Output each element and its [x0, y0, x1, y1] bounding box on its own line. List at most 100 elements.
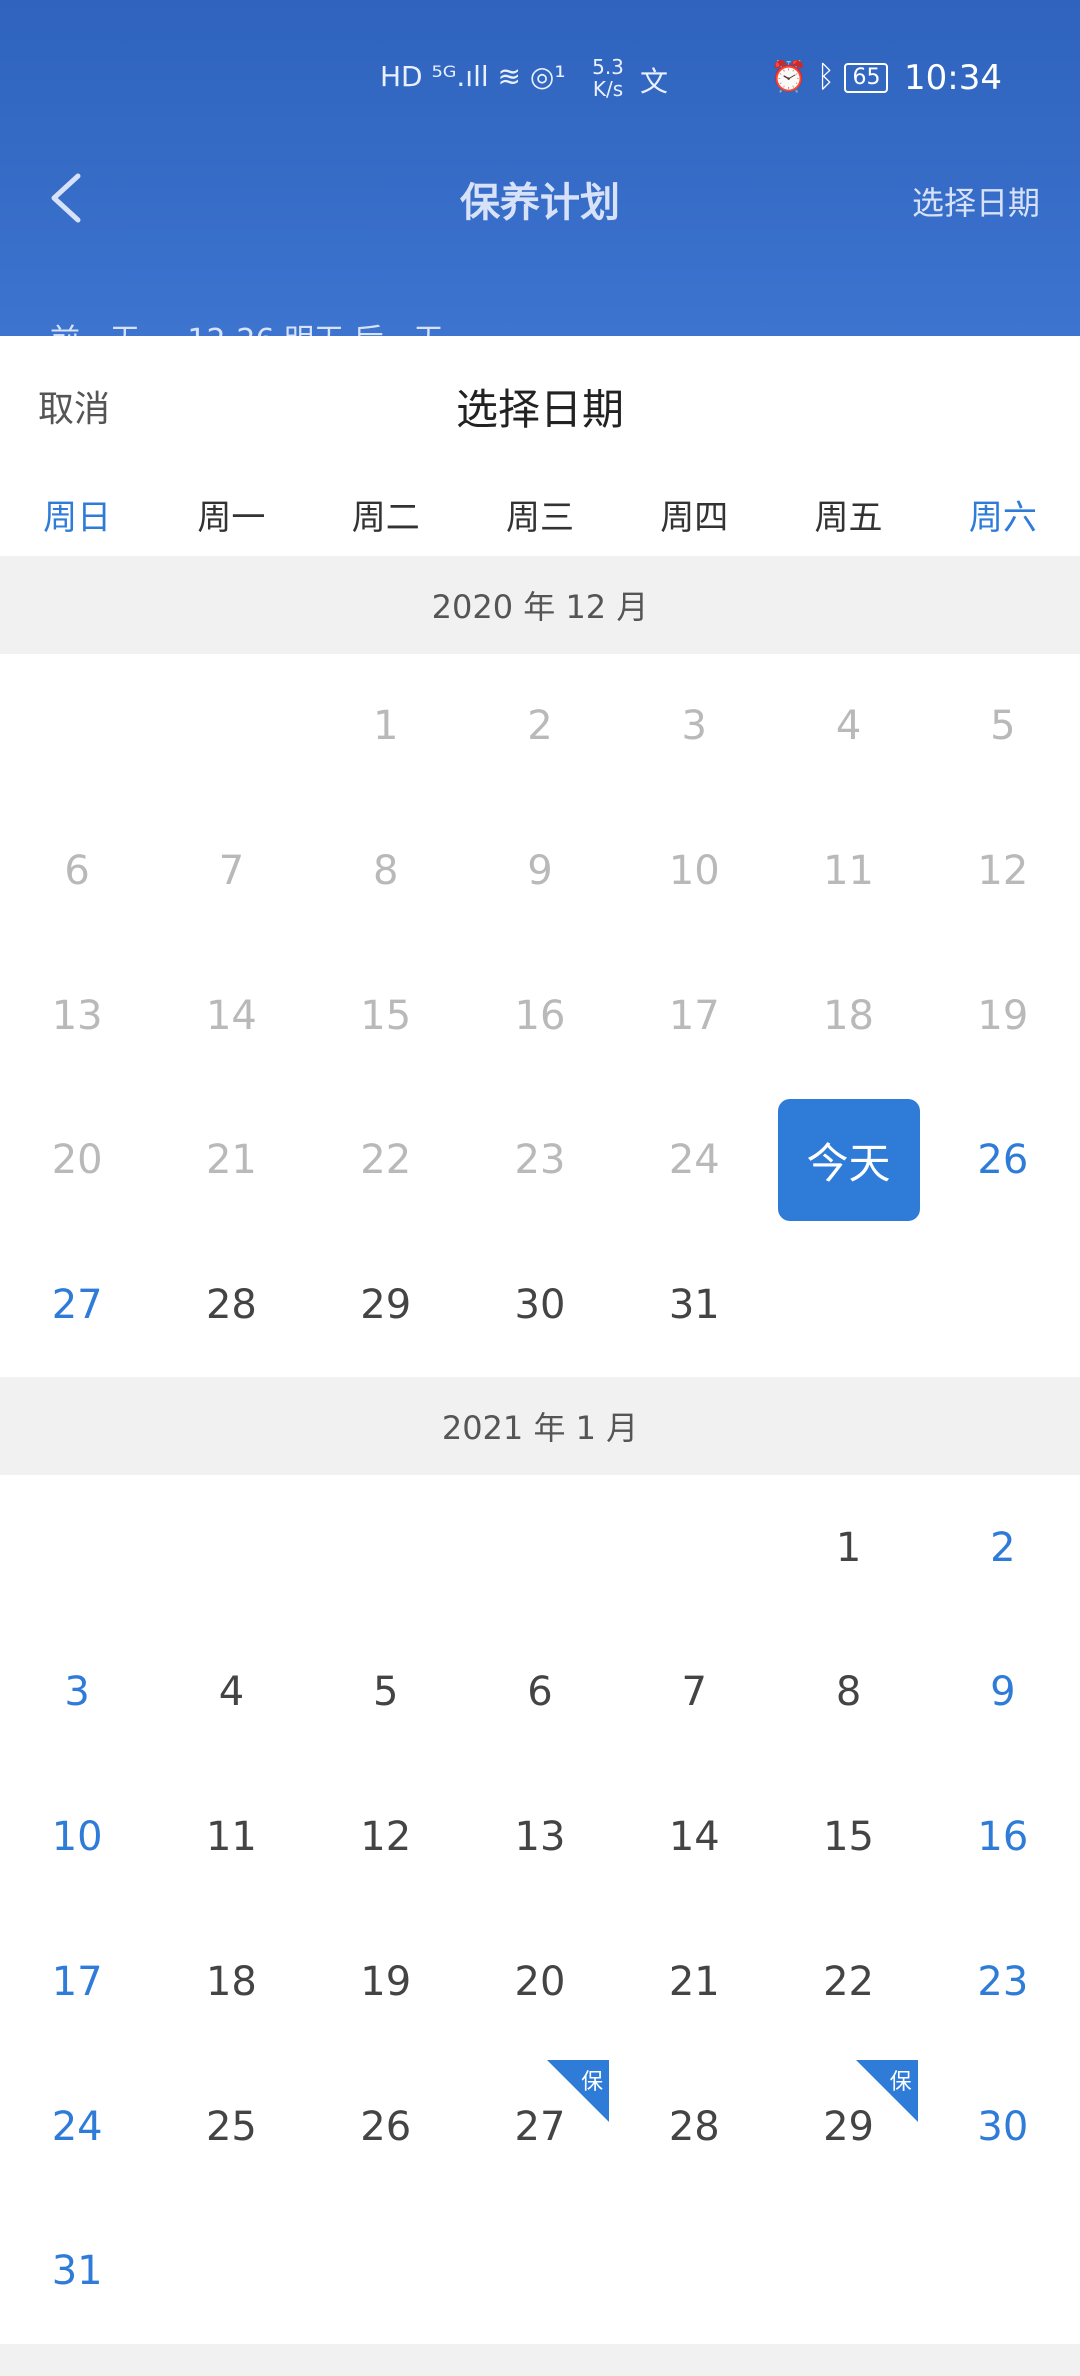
- day-cell[interactable]: 22: [771, 1910, 925, 2055]
- status-bar: HD ⁵ᴳ.ıll ≋ ◎¹ 5.3 K/s 文 ⏰ ᛒ 65 10:34: [0, 50, 1080, 110]
- day-cell[interactable]: 23: [926, 1910, 1080, 2055]
- day-number: 5: [372, 1669, 399, 1716]
- day-cell[interactable]: 5: [309, 1620, 463, 1765]
- day-number: 22: [823, 1958, 874, 2005]
- day-number: 20: [51, 1137, 103, 1184]
- badge-label: 保: [581, 2070, 604, 2096]
- day-cell[interactable]: 27: [0, 1233, 154, 1378]
- weekday-thu: 周四: [660, 497, 729, 538]
- weekday-mon: 周一: [197, 497, 266, 538]
- day-cell[interactable]: 2: [926, 1475, 1080, 1620]
- alarm-icon: ⏰: [770, 59, 808, 95]
- day-number: 12: [360, 1814, 412, 1861]
- sheet-header: 取消 选择日期: [0, 336, 1080, 472]
- day-cell[interactable]: 3: [0, 1620, 154, 1765]
- day-cell[interactable]: 1: [771, 1475, 925, 1620]
- day-cell[interactable]: 30: [926, 2054, 1080, 2199]
- day-cell[interactable]: 24: [0, 2054, 154, 2199]
- day-number: 18: [205, 1958, 257, 2005]
- day-cell: 16: [463, 943, 617, 1088]
- day-number: 21: [205, 1137, 257, 1184]
- day-cell: 10: [617, 799, 771, 944]
- day-cell[interactable]: 13: [463, 1765, 617, 1910]
- today-marker[interactable]: 今天: [777, 1099, 920, 1222]
- day-cell[interactable]: 16: [926, 1765, 1080, 1910]
- day-cell[interactable]: 28: [617, 2054, 771, 2199]
- day-cell[interactable]: 15: [771, 1765, 925, 1910]
- day-number: 26: [977, 1137, 1029, 1184]
- day-cell[interactable]: 28: [154, 1233, 308, 1378]
- day-number: 16: [514, 992, 566, 1039]
- weekday-sat: 周六: [968, 497, 1037, 538]
- day-cell: 15: [309, 943, 463, 1088]
- day-number: 2: [527, 703, 553, 750]
- day-cell: 24: [617, 1088, 771, 1233]
- day-number: 22: [360, 1137, 412, 1184]
- maintenance-badge: 保: [855, 2060, 918, 2123]
- day-cell: 3: [617, 654, 771, 799]
- empty-day-cell: [154, 1475, 308, 1620]
- day-cell[interactable]: 29: [309, 1233, 463, 1378]
- day-number: 25: [205, 2103, 257, 2150]
- day-number: 24: [668, 1137, 720, 1184]
- day-number: 7: [218, 848, 245, 895]
- day-number: 16: [977, 1814, 1029, 1861]
- day-cell[interactable]: 今天: [771, 1088, 925, 1233]
- day-cell: 21: [154, 1088, 308, 1233]
- clock: 10:34: [904, 58, 1002, 98]
- empty-day-cell: [0, 654, 154, 799]
- select-date-button[interactable]: 选择日期: [912, 178, 1040, 224]
- day-cell[interactable]: 17: [0, 1910, 154, 2055]
- day-cell[interactable]: 31: [617, 1233, 771, 1378]
- day-cell: 19: [926, 943, 1080, 1088]
- day-cell: 6: [0, 799, 154, 944]
- day-cell: 5: [926, 654, 1080, 799]
- day-number: 26: [360, 2103, 412, 2150]
- day-cell[interactable]: 11: [154, 1765, 308, 1910]
- day-cell[interactable]: 18: [154, 1910, 308, 2055]
- day-number: 4: [835, 703, 862, 750]
- date-picker-sheet: 取消 选择日期 周日 周一 周二 周三 周四 周五 周六 2020 年 12 月…: [0, 336, 1080, 2376]
- day-cell: 18: [771, 943, 925, 1088]
- day-number: 2: [990, 1524, 1016, 1571]
- day-number: 9: [527, 848, 553, 895]
- day-cell: 9: [463, 799, 617, 944]
- day-number: 24: [51, 2103, 103, 2150]
- day-cell[interactable]: 7: [617, 1620, 771, 1765]
- day-cell: 4: [771, 654, 925, 799]
- day-number: 6: [64, 848, 90, 895]
- day-cell[interactable]: 26: [926, 1088, 1080, 1233]
- day-cell[interactable]: 10: [0, 1765, 154, 1910]
- day-cell[interactable]: 20: [463, 1910, 617, 2055]
- day-cell[interactable]: 14: [617, 1765, 771, 1910]
- month-grid: 1 2 3 4 5 6 7 8 9 10 11 12 13 14 15 16 17 18 19 20 21 22 23 24 今…: [0, 654, 1080, 1377]
- month-header: 2021 年 1 月: [0, 1377, 1080, 1476]
- day-cell[interactable]: 27 保: [463, 2054, 617, 2199]
- day-number: 15: [823, 1814, 874, 1861]
- empty-day-cell: [154, 654, 308, 799]
- day-cell[interactable]: 31: [0, 2199, 154, 2344]
- day-number: 19: [977, 992, 1029, 1039]
- day-number: 13: [514, 1814, 566, 1861]
- day-cell: 13: [0, 943, 154, 1088]
- day-number: 7: [681, 1669, 707, 1716]
- day-cell[interactable]: 19: [309, 1910, 463, 2055]
- day-cell[interactable]: 26: [309, 2054, 463, 2199]
- network-status: HD ⁵ᴳ.ıll ≋ ◎¹: [380, 60, 566, 93]
- day-cell[interactable]: 8: [771, 1620, 925, 1765]
- empty-day-cell: [0, 1475, 154, 1620]
- day-cell[interactable]: 29 保: [771, 2054, 925, 2199]
- day-cell[interactable]: 9: [926, 1620, 1080, 1765]
- day-cell[interactable]: 30: [463, 1233, 617, 1378]
- day-number: 9: [990, 1669, 1016, 1716]
- day-cell[interactable]: 25: [154, 2054, 308, 2199]
- day-number: 18: [823, 992, 874, 1039]
- weekday-fri: 周五: [814, 497, 883, 538]
- day-cell: 20: [0, 1088, 154, 1233]
- maintenance-badge: 保: [547, 2060, 610, 2123]
- day-cell[interactable]: 21: [617, 1910, 771, 2055]
- day-cell[interactable]: 12: [309, 1765, 463, 1910]
- day-cell[interactable]: 6: [463, 1620, 617, 1765]
- empty-day-cell: [617, 1475, 771, 1620]
- day-cell[interactable]: 4: [154, 1620, 308, 1765]
